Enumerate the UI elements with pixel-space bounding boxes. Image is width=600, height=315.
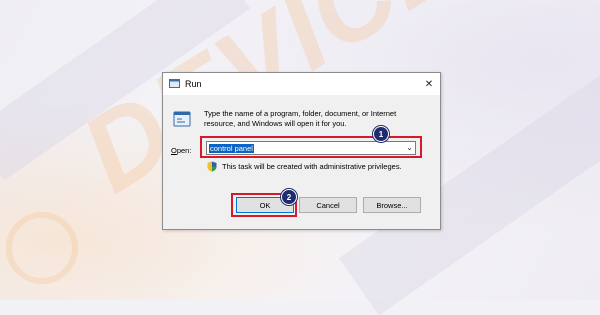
cancel-button[interactable]: Cancel	[299, 197, 357, 213]
run-description: Type the name of a program, folder, docu…	[204, 109, 397, 128]
watermark-logo-ring	[6, 212, 78, 284]
dialog-title: Run	[185, 79, 202, 89]
uac-shield-icon	[207, 161, 217, 172]
highlight-open-field	[200, 136, 422, 158]
close-button[interactable]: ✕	[418, 73, 440, 95]
step-badge-2: 2	[281, 189, 297, 205]
step-badge-1: 1	[373, 126, 389, 142]
close-icon: ✕	[424, 78, 434, 90]
run-title-icon	[169, 79, 180, 88]
browse-button[interactable]: Browse...	[363, 197, 421, 213]
admin-privileges-note: This task will be created with administr…	[222, 162, 402, 171]
title-bar[interactable]: Run ✕	[163, 73, 440, 95]
open-label: Open:	[171, 146, 192, 155]
run-app-icon	[173, 111, 191, 127]
